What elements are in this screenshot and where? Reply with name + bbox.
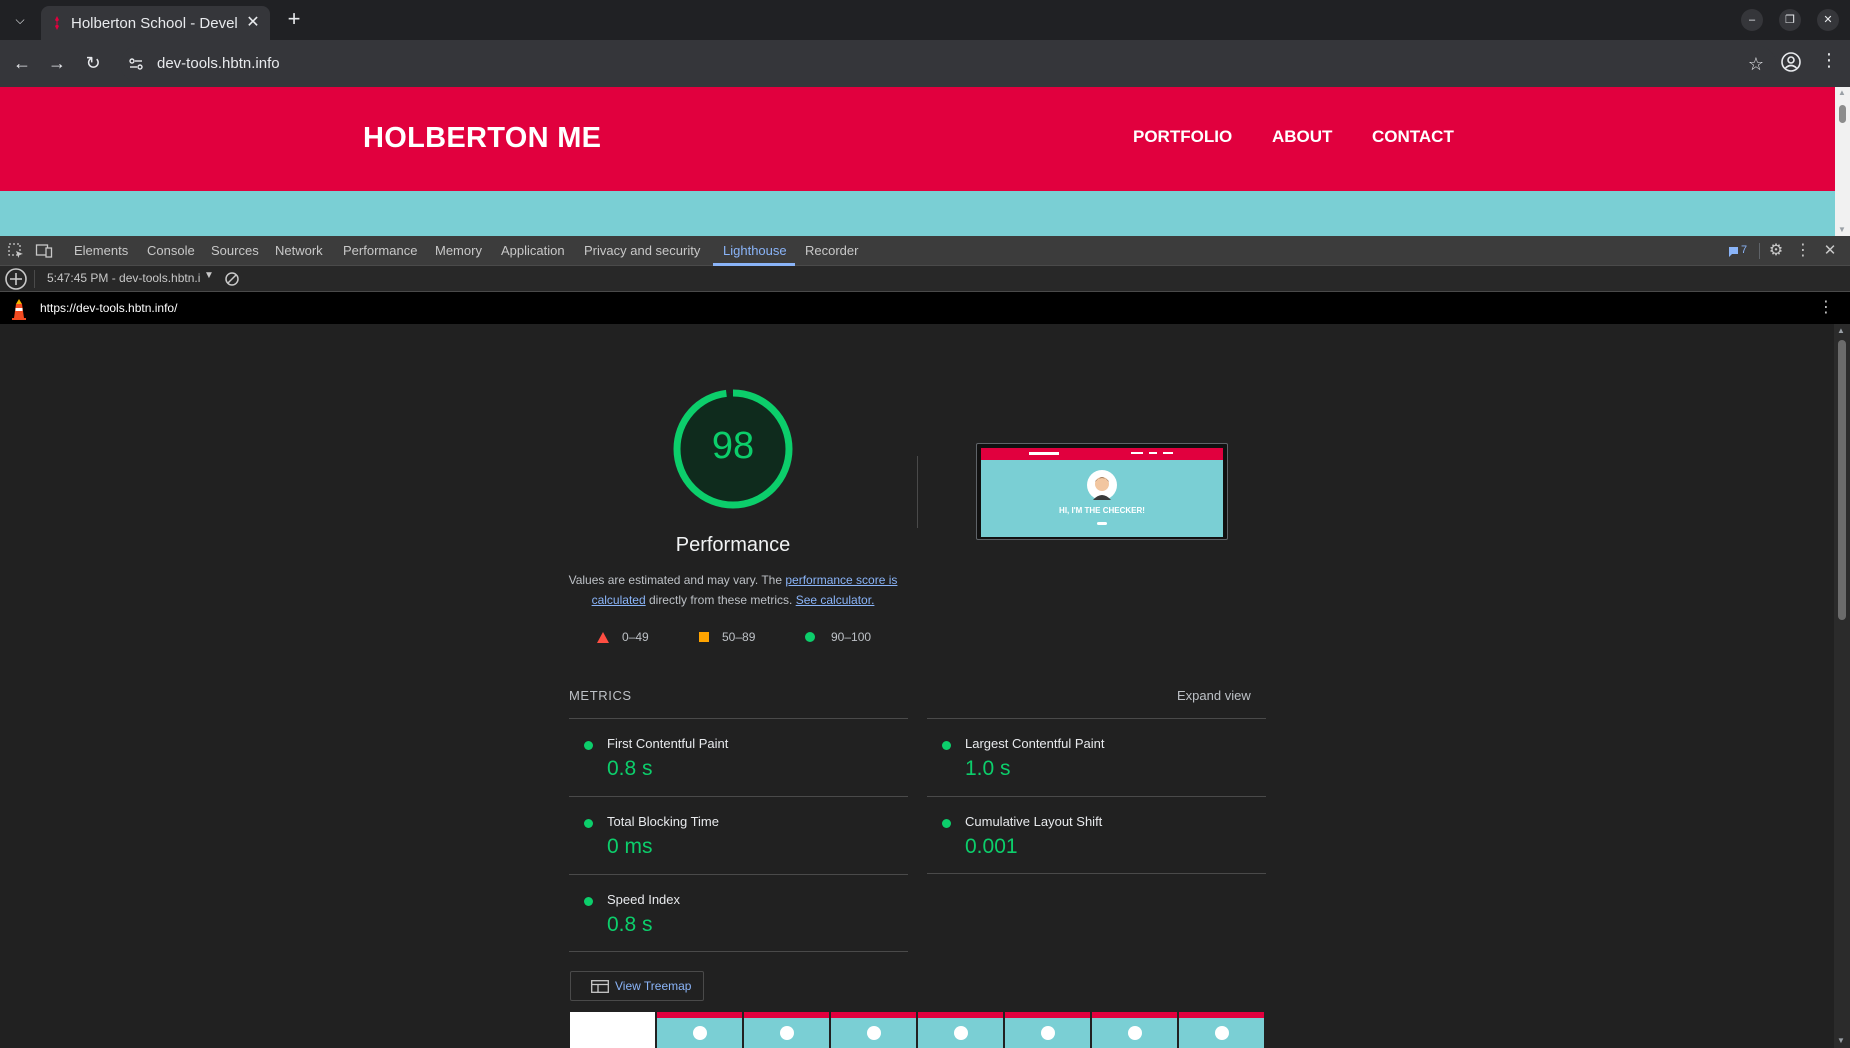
site-header: HOLBERTON ME PORTFOLIO ABOUT CONTACT bbox=[0, 87, 1835, 191]
tab-close-icon[interactable]: ✕ bbox=[244, 14, 262, 32]
site-info-icon[interactable] bbox=[128, 56, 144, 72]
report-menu-icon[interactable]: ⋮ bbox=[1818, 297, 1834, 317]
tab-memory[interactable]: Memory bbox=[435, 243, 482, 258]
browser-tabstrip: ⌵ Holberton School - Devel ✕ + – ❐ ✕ bbox=[0, 0, 1850, 40]
forward-icon[interactable]: → bbox=[44, 50, 70, 76]
report-scroll-up-icon[interactable]: ▲ bbox=[1837, 326, 1845, 335]
nav-about[interactable]: ABOUT bbox=[1272, 127, 1332, 147]
devtools-menu-icon[interactable]: ⋮ bbox=[1794, 242, 1812, 260]
report-select[interactable]: 5:47:45 PM - dev-tools.hbtn.i bbox=[47, 271, 200, 285]
tab-performance[interactable]: Performance bbox=[343, 243, 417, 258]
tab-network[interactable]: Network bbox=[275, 243, 323, 258]
nav-portfolio[interactable]: PORTFOLIO bbox=[1133, 127, 1232, 147]
tab-elements[interactable]: Elements bbox=[74, 243, 128, 258]
chrome-menu-icon[interactable]: ⋮ bbox=[1820, 50, 1838, 74]
close-window-icon[interactable]: ✕ bbox=[1817, 9, 1839, 31]
url-text: dev-tools.hbtn.info bbox=[157, 55, 280, 72]
report-url[interactable]: https://dev-tools.hbtn.info/ bbox=[40, 301, 177, 315]
report-scroll-down-icon[interactable]: ▼ bbox=[1837, 1036, 1845, 1045]
reload-icon[interactable]: ↻ bbox=[80, 50, 106, 76]
site-hero bbox=[0, 191, 1835, 236]
new-report-plus-icon[interactable] bbox=[4, 267, 28, 291]
toolbar-divider bbox=[34, 270, 35, 288]
devtools-panel: Elements Console Sources Network Perform… bbox=[0, 236, 1850, 1048]
tab-search-chevron-icon[interactable]: ⌵ bbox=[8, 8, 32, 32]
clear-reports-icon[interactable] bbox=[224, 271, 240, 287]
tab-title: Holberton School - Devel bbox=[71, 15, 238, 32]
scroll-down-icon[interactable]: ▼ bbox=[1838, 225, 1846, 234]
tabbar-divider bbox=[1759, 243, 1760, 259]
page-scroll-thumb[interactable] bbox=[1839, 105, 1846, 123]
page-viewport: HOLBERTON ME PORTFOLIO ABOUT CONTACT ▲ ▼ bbox=[0, 87, 1850, 236]
back-icon[interactable]: ← bbox=[9, 50, 35, 76]
tab-sources[interactable]: Sources bbox=[211, 243, 259, 258]
nav-contact[interactable]: CONTACT bbox=[1372, 127, 1454, 147]
issues-count[interactable]: 7 bbox=[1741, 244, 1747, 256]
bookmark-star-icon[interactable]: ☆ bbox=[1748, 54, 1764, 75]
holberton-favicon-icon bbox=[55, 16, 59, 30]
site-logo[interactable]: HOLBERTON ME bbox=[363, 122, 601, 155]
report-select-caret-icon[interactable]: ▼ bbox=[204, 270, 214, 281]
devtools-tabbar: Elements Console Sources Network Perform… bbox=[0, 236, 1850, 266]
inspect-element-icon[interactable] bbox=[7, 242, 25, 260]
lighthouse-logo-icon bbox=[12, 299, 26, 320]
restore-icon[interactable]: ❐ bbox=[1779, 9, 1801, 31]
report-url-bar: https://dev-tools.hbtn.info/ ⋮ bbox=[0, 292, 1850, 324]
scroll-up-icon[interactable]: ▲ bbox=[1838, 88, 1846, 97]
new-tab-button[interactable]: + bbox=[282, 8, 306, 32]
lighthouse-toolbar: 5:47:45 PM - dev-tools.hbtn.i ▼ bbox=[0, 266, 1850, 292]
tab-recorder[interactable]: Recorder bbox=[805, 243, 858, 258]
browser-toolbar: ← → ↻ dev-tools.hbtn.info ☆ ⋮ bbox=[0, 40, 1850, 87]
issues-icon[interactable] bbox=[1727, 242, 1741, 260]
report-scrollbar[interactable]: ▲ ▼ bbox=[1834, 324, 1850, 1048]
tab-console[interactable]: Console bbox=[147, 243, 195, 258]
address-bar[interactable]: dev-tools.hbtn.info ☆ bbox=[120, 46, 1776, 82]
page-scrollbar[interactable]: ▲ ▼ bbox=[1835, 87, 1850, 236]
report-scroll-thumb[interactable] bbox=[1838, 340, 1846, 620]
tab-application[interactable]: Application bbox=[501, 243, 565, 258]
device-toolbar-icon[interactable] bbox=[35, 242, 53, 260]
browser-tab[interactable]: Holberton School - Devel ✕ bbox=[41, 6, 270, 40]
profile-icon[interactable] bbox=[1780, 51, 1802, 73]
minimize-icon[interactable]: – bbox=[1741, 9, 1763, 31]
tab-privacy-security[interactable]: Privacy and security bbox=[584, 243, 700, 258]
devtools-settings-gear-icon[interactable]: ⚙ bbox=[1767, 242, 1785, 260]
tab-lighthouse[interactable]: Lighthouse bbox=[723, 243, 787, 258]
devtools-close-icon[interactable]: ✕ bbox=[1821, 242, 1839, 260]
